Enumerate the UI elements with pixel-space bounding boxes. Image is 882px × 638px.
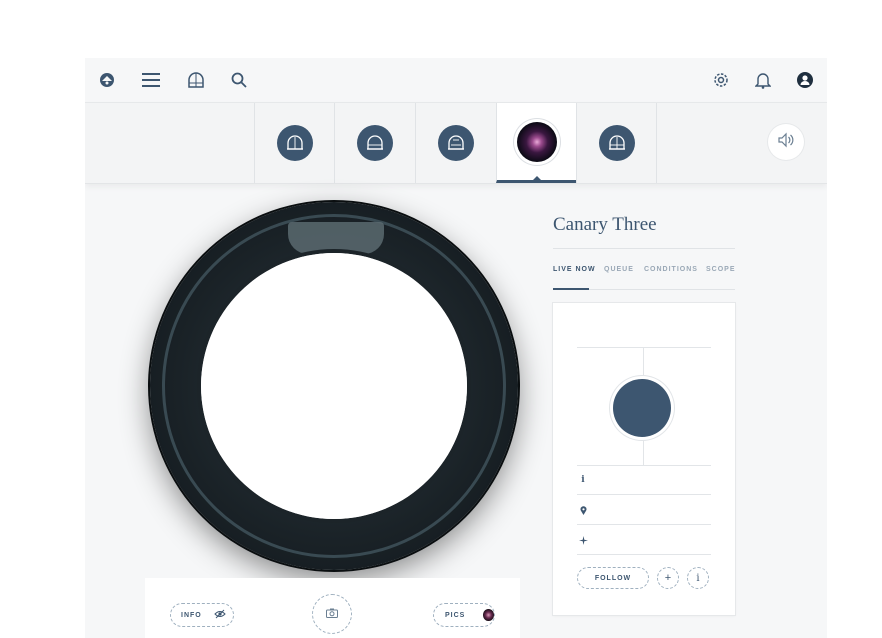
card-divider	[577, 524, 711, 525]
bell-icon[interactable]	[753, 70, 773, 90]
snapshot-button[interactable]	[312, 594, 352, 634]
telescope-viewer[interactable]	[150, 202, 518, 570]
galaxy-thumbnail	[516, 121, 557, 162]
target-icon	[578, 535, 588, 545]
info-label: INFO	[181, 611, 202, 619]
subtab-scope[interactable]: SCOPE	[706, 266, 736, 273]
gear-icon[interactable]	[711, 70, 731, 90]
sound-button[interactable]	[768, 124, 804, 160]
menu-icon[interactable]	[141, 70, 161, 90]
dome-icon	[598, 125, 635, 161]
subtab-live-now[interactable]: LIVE NOW	[553, 266, 596, 273]
telescope-tab[interactable]	[254, 103, 334, 183]
observatory-title: Canary Three	[553, 214, 657, 235]
observatory-icon[interactable]	[186, 70, 206, 90]
card-divider	[577, 347, 711, 348]
dome-icon	[276, 125, 313, 161]
info-circle-button[interactable]: i	[687, 567, 709, 589]
info-button[interactable]: INFO	[170, 603, 234, 627]
pics-label: PICS	[445, 611, 466, 619]
card-divider	[577, 494, 711, 495]
live-card: i FOLLOW + i	[553, 303, 735, 615]
eye-off-icon	[214, 609, 226, 621]
subtab-conditions[interactable]: CONDITIONS	[644, 266, 698, 273]
viewer-aperture	[201, 253, 467, 519]
subtab-queue[interactable]: QUEUE	[604, 266, 634, 273]
telescope-strip	[85, 102, 827, 184]
info-icon: i	[581, 475, 585, 485]
app-frame: INFO PICS Canary Three LIVE NOW QUEUE CO…	[85, 58, 827, 638]
telescope-tab[interactable]	[576, 103, 657, 183]
pics-button[interactable]: PICS	[433, 603, 495, 627]
speaker-icon	[777, 132, 795, 153]
user-icon[interactable]	[795, 70, 815, 90]
subtab-active-indicator	[553, 288, 589, 290]
viewer-controls: INFO PICS	[145, 578, 520, 638]
location-icon	[578, 505, 588, 515]
camera-icon	[326, 605, 338, 623]
dome-icon	[437, 125, 474, 161]
viewer-band	[288, 222, 384, 254]
card-divider	[577, 465, 711, 466]
card-divider	[577, 554, 711, 555]
top-bar	[85, 58, 827, 102]
add-button[interactable]: +	[657, 567, 679, 589]
follow-button[interactable]: FOLLOW	[577, 567, 649, 589]
pics-thumbnail	[483, 609, 494, 621]
target-dot	[613, 379, 671, 437]
active-caret	[533, 176, 541, 180]
logo-icon[interactable]	[97, 70, 117, 90]
telescope-tab[interactable]	[334, 103, 414, 183]
telescope-tab-active[interactable]	[496, 103, 576, 183]
telescope-tab[interactable]	[415, 103, 495, 183]
dome-icon	[356, 125, 393, 161]
title-divider	[553, 248, 735, 249]
search-icon[interactable]	[229, 70, 249, 90]
